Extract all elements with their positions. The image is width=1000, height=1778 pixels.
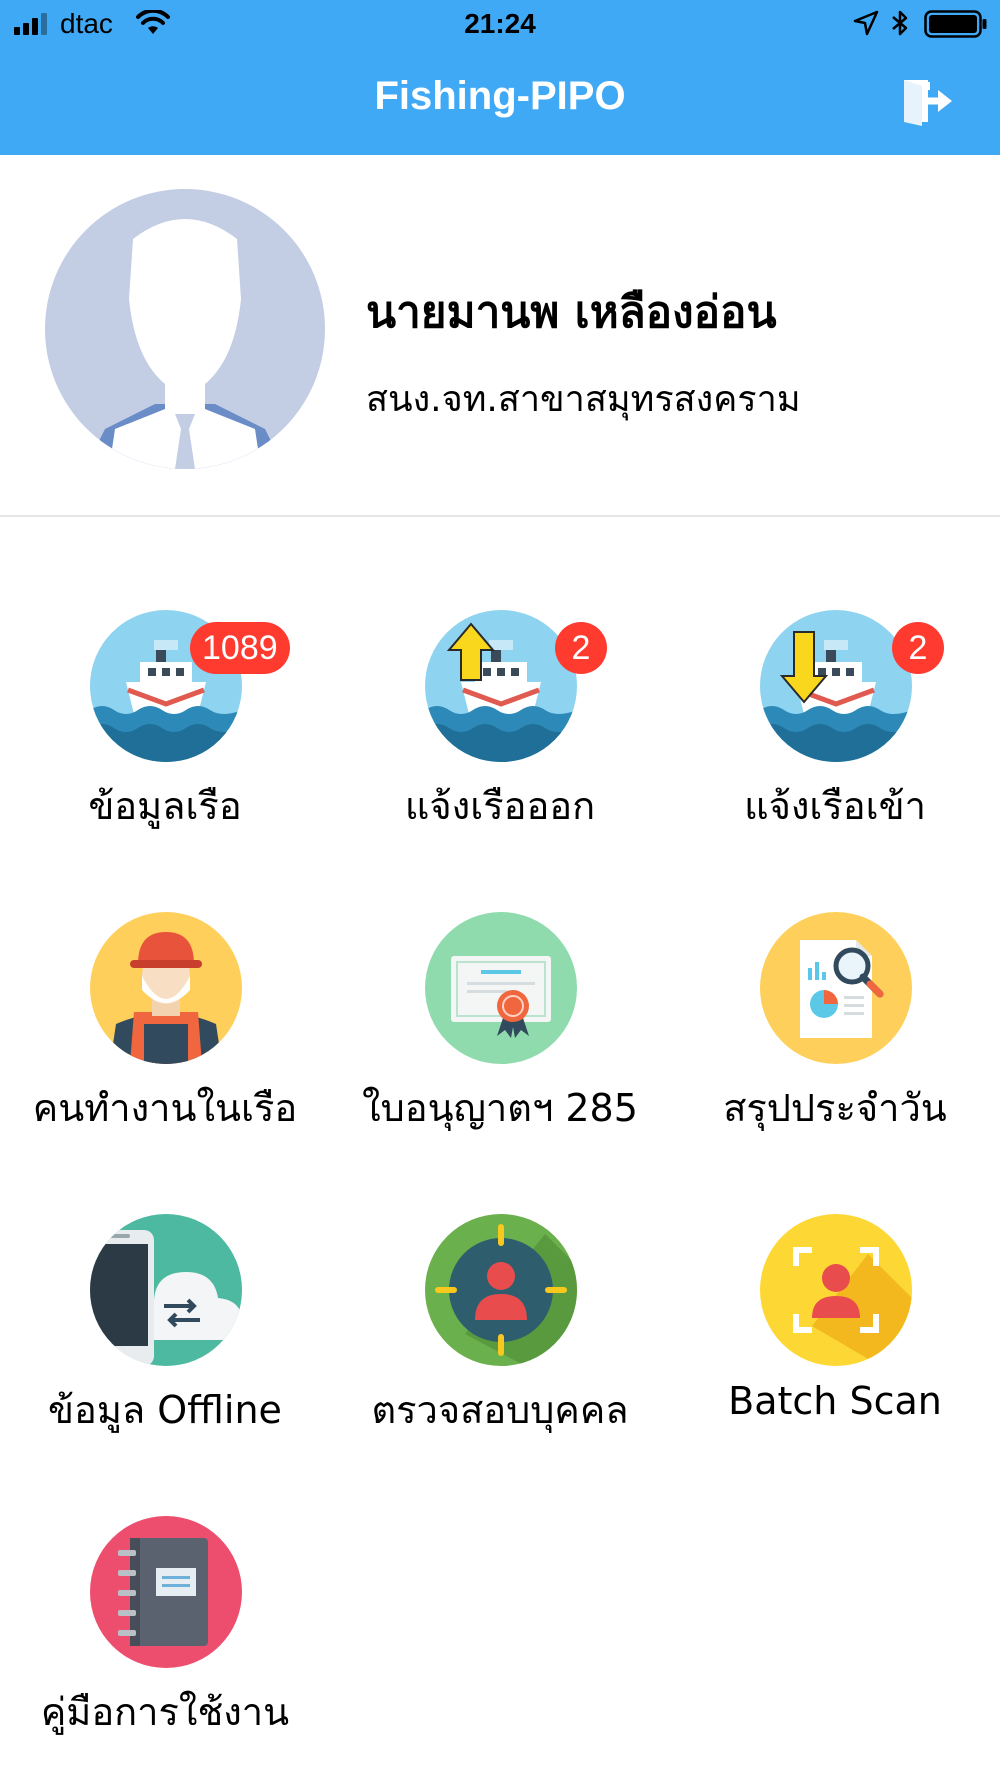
menu-item-label: แจ้งเรือออก	[404, 784, 596, 828]
menu-item-label: ข้อมูลเรือ	[88, 784, 242, 828]
menu-item-user-manual[interactable]: คู่มือการใช้งาน	[0, 1516, 330, 1746]
menu-item-label: ตรวจสอบบุคคล	[371, 1388, 629, 1432]
user-profile: นายมานพ เหลืองอ่อน สนง.จท.สาขาสมุทรสงครา…	[0, 155, 1000, 517]
status-time: 21:24	[464, 8, 536, 39]
menu-item-vessel-info[interactable]: 1089 ข้อมูลเรือ	[0, 610, 330, 840]
menu-item-label: คู่มือการใช้งาน	[40, 1690, 290, 1734]
departure-count-badge: 2	[555, 622, 607, 674]
app-header: dtac 21:24 Fishing-PIPO	[0, 0, 1000, 155]
menu-item-label: คนทำงานในเรือ	[32, 1086, 298, 1130]
location-arrow-icon	[853, 10, 879, 36]
avatar-placeholder-icon	[45, 189, 325, 469]
user-name: นายมานพ เหลืองอ่อน	[366, 287, 777, 338]
menu-item-offline-data[interactable]: ข้อมูล Offline	[0, 1214, 330, 1444]
menu-item-crew[interactable]: คนทำงานในเรือ	[0, 912, 330, 1142]
app-title: Fishing-PIPO	[374, 74, 626, 118]
menu-item-license-285[interactable]: ใบอนุญาตฯ 285	[335, 912, 665, 1142]
vessel-count-badge: 1089	[190, 622, 290, 674]
battery-icon	[924, 10, 987, 38]
crew-worker-icon	[90, 912, 242, 1064]
menu-item-label: Batch Scan	[728, 1379, 942, 1423]
offline-sync-icon	[90, 1214, 242, 1366]
menu-item-label: ข้อมูล Offline	[48, 1388, 282, 1432]
menu-item-person-check[interactable]: ตรวจสอบบุคคล	[335, 1214, 665, 1444]
manual-book-icon	[90, 1516, 242, 1668]
certificate-icon	[425, 912, 577, 1064]
face-scan-icon	[760, 1214, 912, 1366]
user-office: สนง.จท.สาขาสมุทรสงคราม	[366, 379, 801, 420]
ship-departure-icon	[425, 610, 577, 762]
person-target-icon	[425, 1214, 577, 1366]
status-bar: dtac 21:24	[0, 0, 1000, 50]
ship-arrival-icon	[760, 610, 912, 762]
menu-item-daily-summary[interactable]: สรุปประจำวัน	[670, 912, 1000, 1142]
menu-item-label: ใบอนุญาตฯ 285	[362, 1086, 638, 1130]
menu-item-label: แจ้งเรือเข้า	[744, 784, 926, 828]
daily-report-icon	[760, 912, 912, 1064]
arrival-count-badge: 2	[892, 622, 944, 674]
logout-icon[interactable]	[900, 76, 954, 126]
menu-item-ship-departure[interactable]: 2 แจ้งเรือออก	[335, 610, 665, 840]
menu-item-label: สรุปประจำวัน	[723, 1086, 947, 1130]
menu-item-batch-scan[interactable]: Batch Scan	[670, 1214, 1000, 1444]
menu-item-ship-arrival[interactable]: 2 แจ้งเรือเข้า	[670, 610, 1000, 840]
bluetooth-icon	[892, 10, 908, 36]
